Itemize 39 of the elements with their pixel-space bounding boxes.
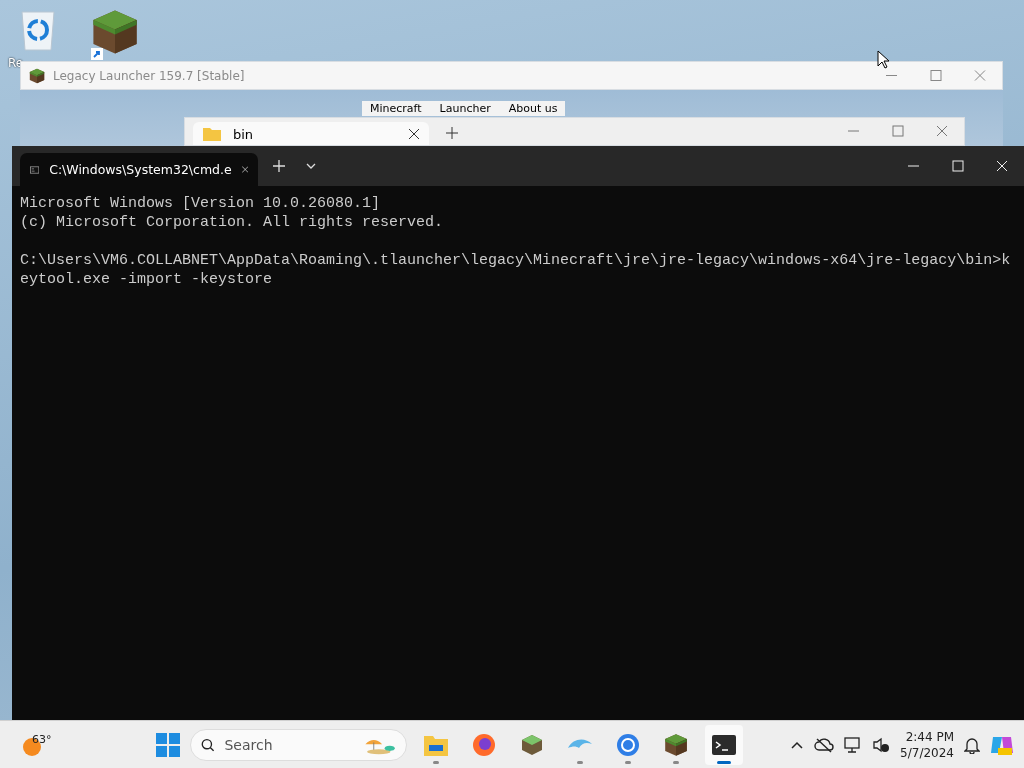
temperature: 63° <box>32 732 52 746</box>
terminal-icon <box>712 734 736 755</box>
console-line: eytool.exe -import -keystore <box>20 270 273 289</box>
tab-title: bin <box>233 126 255 142</box>
terminal-icon <box>30 163 40 176</box>
folder-icon <box>424 733 448 756</box>
grass-block-icon <box>29 67 45 84</box>
close-icon[interactable] <box>409 129 419 139</box>
menu-tab[interactable]: Launcher <box>439 102 491 115</box>
menu-tab[interactable]: About us <box>508 102 558 115</box>
map-block-icon <box>520 732 544 757</box>
globe-icon <box>472 732 496 757</box>
bell-icon[interactable] <box>964 735 980 754</box>
muted-speaker-icon[interactable] <box>872 736 891 753</box>
taskbar-app[interactable] <box>705 724 743 765</box>
menu-tab[interactable]: Minecraft <box>370 102 422 115</box>
recycle-bin-icon[interactable] <box>18 8 58 52</box>
console-line: C:\Users\VM6.COLLABNET\AppData\Roaming\.tlauncher\legacy\Minecraft\jre\jre-legacy\windows-x64\jre-legacy\bin>k <box>20 251 1011 270</box>
folder-tab[interactable]: bin <box>193 122 429 145</box>
window-title: Legacy Launcher 159.7 [Stable] <box>53 68 246 83</box>
search-icon <box>201 736 215 753</box>
start-icon[interactable] <box>156 732 180 757</box>
date: 5/7/2024 <box>900 745 954 760</box>
folder-icon <box>203 127 221 141</box>
time: 2:44 PM <box>905 729 954 744</box>
grass-block-icon <box>91 8 139 56</box>
monitor-icon[interactable] <box>844 736 863 753</box>
weather-widget[interactable]: 63° <box>20 726 60 763</box>
grass-block-icon <box>664 732 688 757</box>
chevron-up-icon[interactable] <box>790 739 805 750</box>
console-line: (c) Microsoft Corporation. All rights reserved. <box>20 213 444 232</box>
search-bar[interactable]: Search <box>190 728 407 761</box>
search-field[interactable]: Search <box>222 735 347 754</box>
crossed-cloud-icon[interactable] <box>814 736 835 753</box>
terminal-tab[interactable]: C:\Windows\System32\cmd.e <box>20 153 258 186</box>
console-line: Microsoft Windows [Version 10.0.26080.1] <box>20 194 381 213</box>
browser-icon <box>616 732 640 757</box>
clock[interactable]: 2:44 PM 5/7/2024 <box>900 729 954 760</box>
tab-title: C:\Windows\System32\cmd.e <box>49 162 232 177</box>
